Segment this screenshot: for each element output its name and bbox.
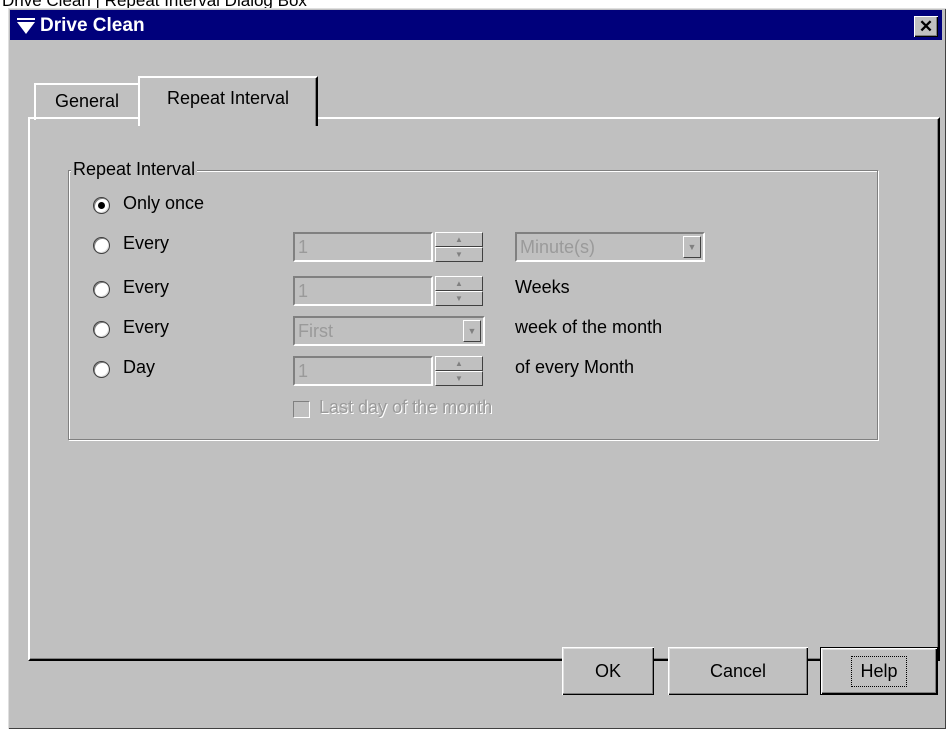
radio-only-once[interactable] [93,197,110,214]
menu-triangle-icon[interactable] [16,17,36,35]
spin-up-icon[interactable]: ▲ [435,232,483,247]
week-ordinal-value: First [298,321,333,341]
help-button-label: Help [851,655,907,687]
radio-every-week-of-month[interactable] [93,321,110,338]
group-label: Repeat Interval [71,159,198,180]
week-ordinal-select[interactable]: First ▼ [293,316,485,346]
interval-spinner[interactable]: ▲ ▼ [435,232,483,262]
interval-input[interactable]: 1 [293,232,433,262]
day-spinner[interactable]: ▲ ▼ [435,356,483,386]
last-day-label: Last day of the month [319,397,493,417]
spin-up-icon[interactable]: ▲ [435,356,483,371]
repeat-interval-group: Repeat Interval Only once Every 1 ▲ ▼ Mi… [68,159,878,440]
radio-label: Every [123,277,170,297]
ok-button[interactable]: OK [562,647,654,695]
close-button[interactable]: ✕ [914,16,938,37]
day-input[interactable]: 1 [293,356,433,386]
dropdown-arrow-icon[interactable]: ▼ [683,236,701,258]
drive-clean-dialog: Drive Clean ✕ General Repeat Interval Re… [8,8,946,729]
spin-up-icon[interactable]: ▲ [435,276,483,291]
weeks-input[interactable]: 1 [293,276,433,306]
help-button[interactable]: Help [820,647,938,695]
cancel-button[interactable]: Cancel [668,647,808,695]
row-last-day: Last day of the month [69,395,877,429]
radio-every-weeks[interactable] [93,281,110,298]
row-day: Day 1 ▲ ▼ of every Month [69,355,877,389]
radio-label: Day [123,357,156,377]
title-bar[interactable]: Drive Clean ✕ [10,10,942,40]
radio-day[interactable] [93,361,110,378]
radio-label: Every [123,317,170,337]
tab-general[interactable]: General [34,83,138,120]
row-only-once: Only once [69,191,877,225]
spin-down-icon[interactable]: ▼ [435,291,483,306]
weeks-label: Weeks [515,277,570,297]
radio-label: Only once [123,193,205,213]
week-of-month-label: week of the month [515,317,663,337]
tab-repeat-interval[interactable]: Repeat Interval [138,76,318,126]
tab-panel: Repeat Interval Only once Every 1 ▲ ▼ Mi… [28,117,940,661]
spin-down-icon[interactable]: ▼ [435,371,483,386]
weeks-spinner[interactable]: ▲ ▼ [435,276,483,306]
last-day-checkbox[interactable] [293,401,310,418]
window-title: Drive Clean [40,15,145,36]
radio-every-minutes[interactable] [93,237,110,254]
of-every-month-label: of every Month [515,357,635,377]
unit-select[interactable]: Minute(s) ▼ [515,232,705,262]
radio-label: Every [123,233,170,253]
row-every-week-of-month: Every First ▼ week of the month [69,315,877,349]
dropdown-arrow-icon[interactable]: ▼ [463,320,481,342]
unit-select-value: Minute(s) [520,237,596,257]
spin-down-icon[interactable]: ▼ [435,247,483,262]
row-every-weeks: Every 1 ▲ ▼ Weeks [69,275,877,309]
row-every-minutes: Every 1 ▲ ▼ Minute(s) ▼ [69,231,877,265]
